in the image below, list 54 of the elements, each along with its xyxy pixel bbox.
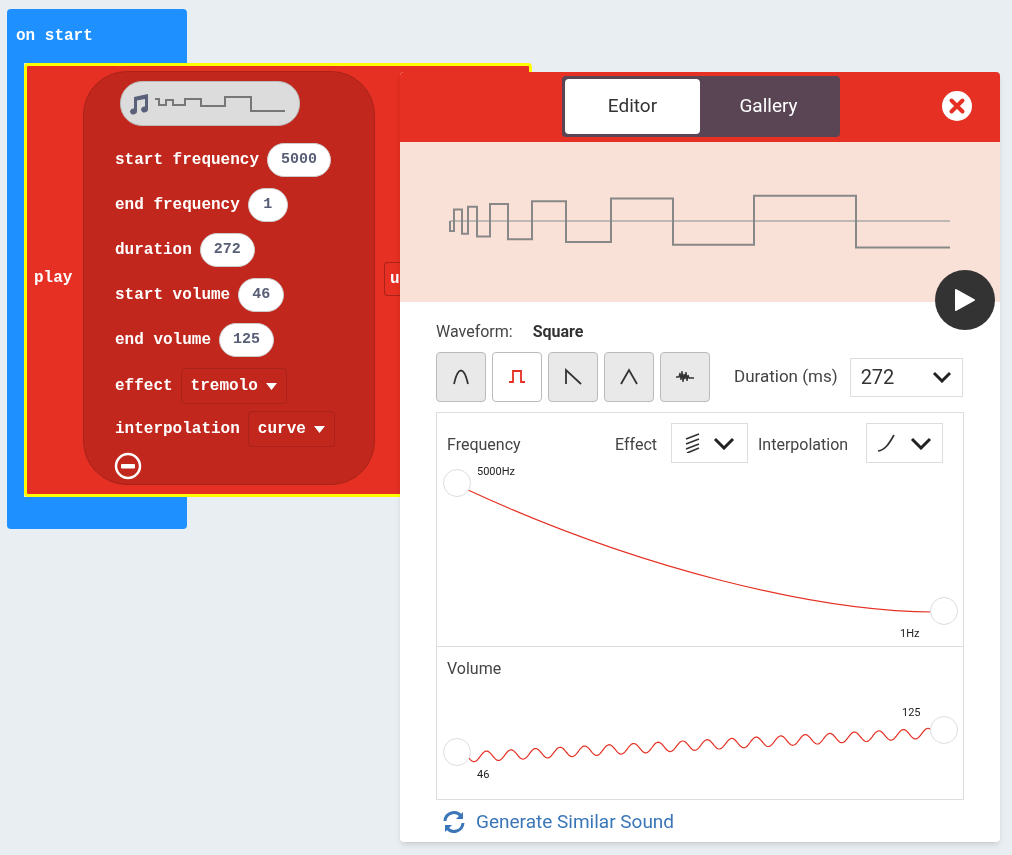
waveform-button[interactable] <box>548 352 598 402</box>
waveform-button[interactable] <box>604 352 654 402</box>
frequency-start-value: 5000Hz <box>477 464 516 480</box>
interpolation-dropdown[interactable] <box>866 423 943 463</box>
effect-dropdown[interactable] <box>671 423 748 463</box>
dropdown-field[interactable]: curve <box>247 411 335 447</box>
tremolo-icon <box>684 433 702 453</box>
parameter-label: interpolation <box>115 419 240 440</box>
parameter-label: duration <box>115 240 192 261</box>
frequency-end-handle[interactable] <box>930 597 958 625</box>
parameter-label: start frequency <box>115 150 260 171</box>
duration-label: Duration (ms) <box>734 365 838 389</box>
effect-label: Effect <box>615 434 657 456</box>
volume-start-handle[interactable] <box>443 738 471 766</box>
block-label: on start <box>16 26 93 47</box>
frequency-start-handle[interactable] <box>443 469 471 497</box>
music-note-icon <box>127 92 151 115</box>
interpolation-label: Interpolation <box>758 434 849 456</box>
volume-end-value: 125 <box>902 705 921 721</box>
refresh-icon <box>442 810 466 835</box>
waveform-button[interactable] <box>660 352 710 402</box>
waveform-label: Waveform: <box>436 321 513 343</box>
event-block-header[interactable] <box>7 9 187 63</box>
number-field[interactable]: 5000 <box>267 143 332 177</box>
tab[interactable]: Gallery <box>700 79 837 134</box>
play-button[interactable] <box>935 270 995 330</box>
volume-label: Volume <box>447 658 502 680</box>
parameter-label: end frequency <box>115 195 240 216</box>
waveform-button[interactable] <box>436 352 486 402</box>
volume-end-handle[interactable] <box>930 716 958 744</box>
frequency-end-value: 1Hz <box>900 626 920 642</box>
duration-dropdown[interactable]: 272 <box>849 357 963 397</box>
sound-preview-field[interactable] <box>120 81 300 126</box>
parameter-label: end volume <box>115 330 211 351</box>
play-icon <box>954 288 976 312</box>
caret-icon <box>313 425 325 433</box>
close-icon[interactable] <box>942 91 972 121</box>
parameter-label: start volume <box>115 285 231 306</box>
generate-similar-sound-link[interactable]: Generate Similar Sound <box>442 808 964 837</box>
chevron-down-icon <box>713 436 735 450</box>
sawtooth-wave-icon <box>562 366 584 388</box>
chevron-down-icon <box>910 436 932 450</box>
parameter-label: effect <box>115 376 173 397</box>
remove-icon[interactable] <box>114 452 142 480</box>
tab[interactable]: Editor <box>565 79 700 134</box>
waveform-button[interactable] <box>492 352 542 402</box>
frequency-label: Frequency <box>447 434 521 456</box>
caret-icon <box>265 382 277 390</box>
block-label: play <box>34 268 73 289</box>
dropdown-field[interactable]: tremolo <box>180 368 287 404</box>
waveform-value: Square <box>532 321 584 343</box>
volume-start-value: 46 <box>477 767 490 783</box>
curve-icon <box>877 434 895 452</box>
chevron-down-icon <box>931 371 952 383</box>
